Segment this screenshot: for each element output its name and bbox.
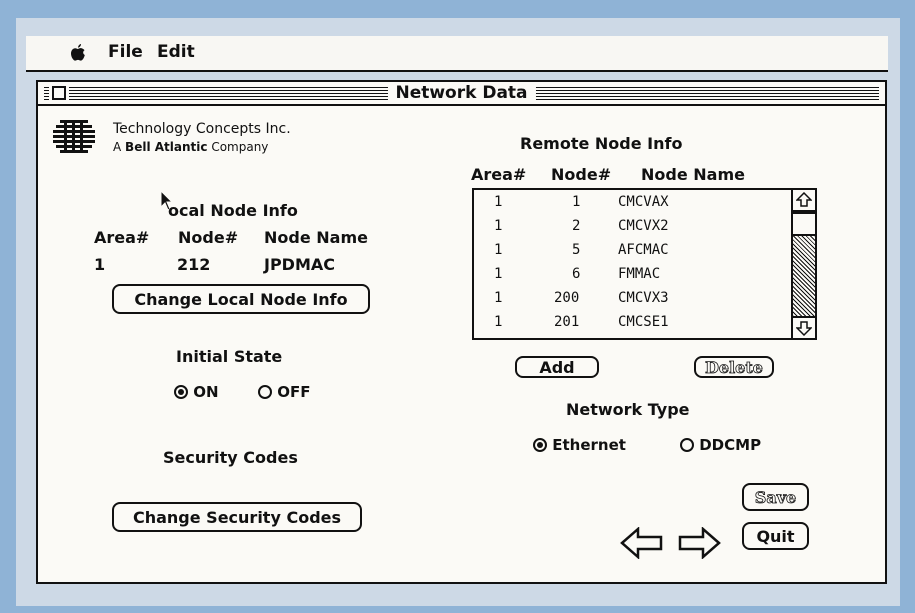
list-item[interactable]: 1 1 CMCVAX [474, 192, 794, 214]
remote-node-list[interactable]: 1 1 CMCVAX 1 2 CMCVX2 1 5 AFCMAC 1 6 FMM… [472, 188, 817, 340]
apple-menu-icon[interactable] [70, 44, 86, 62]
local-area-value: 1 [94, 255, 106, 274]
tagline-brand: Bell Atlantic [125, 140, 208, 154]
radio-unselected-icon[interactable] [258, 385, 272, 399]
tagline-suffix: Company [211, 140, 269, 154]
list-item[interactable]: 1 6 FMMAC [474, 264, 794, 286]
scroll-down-arrow-icon[interactable] [793, 316, 815, 338]
company-tagline: A Bell Atlantic Company [113, 140, 268, 154]
list-item[interactable]: 1 201 CMCSE1 [474, 312, 794, 334]
local-name-value: JPDMAC [264, 255, 336, 274]
row-area: 1 [494, 314, 503, 330]
list-item[interactable]: 1 5 AFCMAC [474, 240, 794, 262]
local-node-header: Node# [178, 228, 239, 247]
close-box-icon[interactable] [49, 83, 69, 103]
remote-node-heading: Remote Node Info [520, 134, 683, 153]
state-off-label: OFF [277, 383, 311, 401]
row-area: 1 [494, 218, 503, 234]
local-area-header: Area# [94, 228, 150, 247]
radio-selected-icon[interactable] [174, 385, 188, 399]
security-codes-heading: Security Codes [163, 448, 298, 467]
row-node: 200 [554, 290, 580, 306]
row-area: 1 [494, 266, 503, 282]
list-item[interactable]: 1 2 CMCVX2 [474, 216, 794, 238]
row-node: 6 [572, 266, 581, 282]
initial-state-heading: Initial State [176, 347, 283, 366]
state-off-radio[interactable]: OFF [258, 383, 310, 401]
remote-name-header: Node Name [641, 165, 745, 184]
change-local-node-button[interactable]: Change Local Node Info [112, 284, 370, 314]
background-print [372, 265, 378, 287]
scroll-up-arrow-icon[interactable] [793, 190, 815, 212]
scroll-thumb[interactable] [793, 212, 815, 236]
tagline-prefix: A [113, 140, 122, 154]
menu-file[interactable]: File [108, 42, 143, 62]
remote-node-header: Node# [551, 165, 612, 184]
company-name: Technology Concepts Inc. [113, 121, 291, 137]
row-name: CMCVX2 [618, 218, 669, 234]
row-node: 5 [572, 242, 581, 258]
radio-unselected-icon[interactable] [680, 438, 694, 452]
menu-bar: File Edit [26, 36, 888, 72]
company-logo-icon [53, 120, 95, 153]
row-area: 1 [494, 290, 503, 306]
save-button[interactable]: Save [742, 483, 809, 511]
ddcmp-label: DDCMP [699, 436, 762, 454]
local-node-heading: ocal Node Info [168, 201, 298, 220]
row-name: FMMAC [618, 266, 661, 282]
row-node: 1 [572, 194, 581, 210]
previous-arrow-icon[interactable] [620, 527, 664, 559]
next-arrow-icon[interactable] [677, 527, 721, 559]
network-type-heading: Network Type [566, 400, 690, 419]
list-scrollbar[interactable] [791, 190, 815, 338]
menu-edit[interactable]: Edit [157, 42, 195, 62]
change-security-codes-button[interactable]: Change Security Codes [112, 502, 362, 532]
state-on-label: ON [193, 383, 219, 401]
row-area: 1 [494, 194, 503, 210]
delete-button[interactable]: Delete [694, 356, 774, 378]
window-title: Network Data [387, 83, 536, 103]
row-name: AFCMAC [618, 242, 669, 258]
ethernet-radio[interactable]: Ethernet [533, 436, 626, 454]
remote-area-header: Area# [471, 165, 527, 184]
ddcmp-radio[interactable]: DDCMP [680, 436, 761, 454]
row-area: 1 [494, 242, 503, 258]
radio-selected-icon[interactable] [533, 438, 547, 452]
local-name-header: Node Name [264, 228, 368, 247]
row-name: CMCVX3 [618, 290, 669, 306]
local-node-value: 212 [177, 255, 211, 274]
state-on-radio[interactable]: ON [174, 383, 219, 401]
quit-button[interactable]: Quit [742, 522, 809, 550]
row-name: CMCVAX [618, 194, 669, 210]
row-name: CMCSE1 [618, 314, 669, 330]
row-node: 2 [572, 218, 581, 234]
list-item[interactable]: 1 200 CMCVX3 [474, 288, 794, 310]
row-node: 201 [554, 314, 580, 330]
ethernet-label: Ethernet [552, 436, 626, 454]
add-button[interactable]: Add [515, 356, 599, 378]
